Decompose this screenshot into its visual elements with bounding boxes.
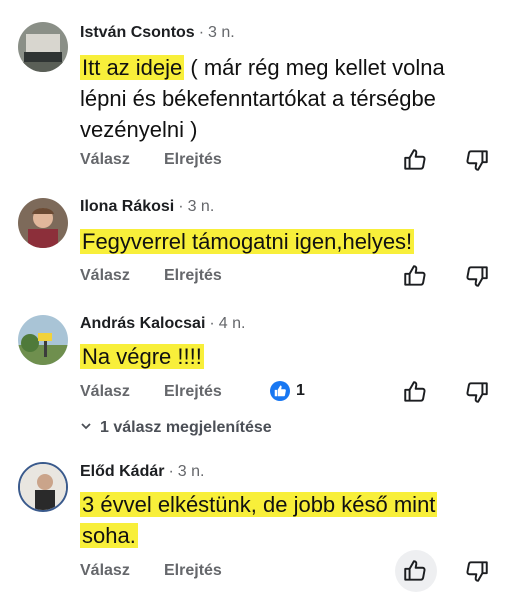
reply-button[interactable]: Válasz <box>80 151 130 169</box>
comment-text: Itt az ideje ( már rég meg kellet volna … <box>80 52 445 145</box>
reaction-summary[interactable]: 1 <box>270 381 305 401</box>
comment-line: ( már rég meg kellet volna <box>184 55 445 80</box>
comment-header: Ilona Rákosi · 3 n. <box>80 198 214 216</box>
hide-button[interactable]: Elrejtés <box>164 151 222 169</box>
thumbs-down-icon[interactable] <box>464 263 490 289</box>
timestamp: 3 n. <box>177 463 205 480</box>
highlighted-text: 3 évvel elkéstünk, de jobb késő mint <box>80 492 438 517</box>
comment-header: István Csontos · 3 n. <box>80 24 235 42</box>
separator-dot: · <box>178 198 184 215</box>
thumbs-up-icon[interactable] <box>402 379 428 405</box>
hide-button[interactable]: Elrejtés <box>164 267 222 285</box>
highlighted-text: Na végre !!!! <box>80 344 204 369</box>
comment-actions: Válasz Elrejtés <box>80 560 500 586</box>
avatar[interactable] <box>18 198 68 248</box>
separator-dot: · <box>209 315 215 332</box>
thumbs-up-icon[interactable] <box>402 558 428 584</box>
view-replies-link[interactable]: 1 válasz megjelenítése <box>80 419 272 437</box>
comment-text: 3 évvel elkéstünk, de jobb késő mint soh… <box>80 489 438 551</box>
avatar[interactable] <box>18 462 68 512</box>
separator-dot: · <box>168 463 174 480</box>
chevron-down-icon <box>80 419 92 437</box>
author-name[interactable]: Ilona Rákosi <box>80 198 174 215</box>
reaction-count: 1 <box>296 382 305 400</box>
highlighted-text: Itt az ideje <box>80 55 185 80</box>
thumbs-down-icon[interactable] <box>464 379 490 405</box>
comment-actions: Válasz Elrejtés <box>80 149 500 175</box>
comment-text: Na végre !!!! <box>80 341 204 372</box>
comment-text: Fegyverrel támogatni igen,helyes! <box>80 226 415 257</box>
author-name[interactable]: András Kalocsai <box>80 315 205 332</box>
reply-button[interactable]: Válasz <box>80 562 130 580</box>
highlighted-text: Fegyverrel támogatni igen,helyes! <box>80 229 415 254</box>
separator-dot: · <box>198 24 205 41</box>
thumbs-up-icon[interactable] <box>402 147 428 173</box>
view-replies-label: 1 válasz megjelenítése <box>100 419 272 436</box>
comment-header: András Kalocsai · 4 n. <box>80 315 245 333</box>
comment-actions: Válasz Elrejtés <box>80 265 500 291</box>
avatar[interactable] <box>18 315 68 365</box>
highlighted-text: soha. <box>80 523 138 548</box>
hide-button[interactable]: Elrejtés <box>164 562 222 580</box>
comment-line: lépni és békefenntartókat a térségbe <box>80 86 436 111</box>
comment-actions: Válasz Elrejtés 1 <box>80 381 500 407</box>
like-reaction-icon <box>270 381 290 401</box>
thumbs-up-icon[interactable] <box>402 263 428 289</box>
hide-button[interactable]: Elrejtés <box>164 383 222 401</box>
avatar[interactable] <box>18 22 68 72</box>
comment-header: Előd Kádár · 3 n. <box>80 463 204 481</box>
timestamp: 3 n. <box>208 24 235 41</box>
timestamp: 4 n. <box>218 315 246 332</box>
thumbs-down-icon[interactable] <box>464 147 490 173</box>
reply-button[interactable]: Válasz <box>80 383 130 401</box>
reply-button[interactable]: Válasz <box>80 267 130 285</box>
author-name[interactable]: István Csontos <box>80 24 195 41</box>
thumbs-down-icon[interactable] <box>464 558 490 584</box>
author-name[interactable]: Előd Kádár <box>80 463 164 480</box>
timestamp: 3 n. <box>187 198 215 215</box>
comment-line: vezényelni ) <box>80 117 198 142</box>
